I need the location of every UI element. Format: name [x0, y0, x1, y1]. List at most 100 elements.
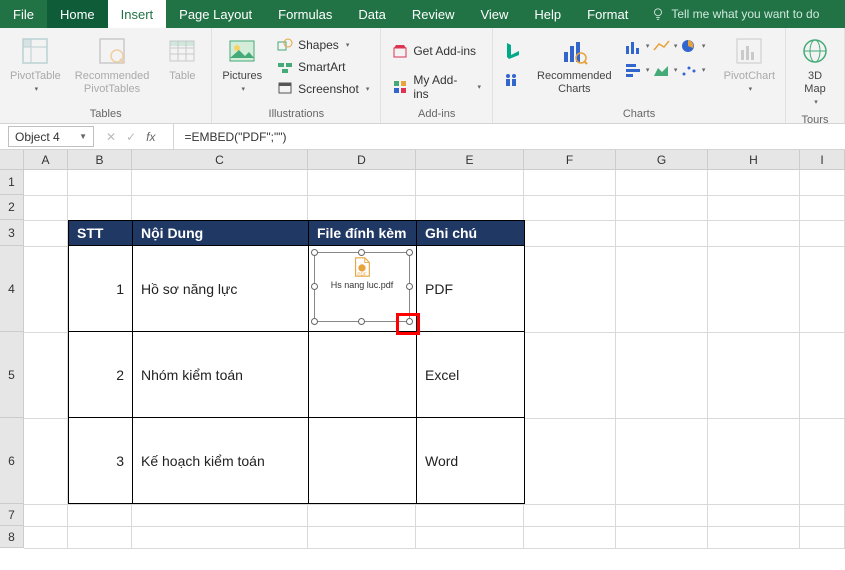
- cell-stt-3[interactable]: 3: [69, 418, 133, 504]
- tab-format[interactable]: Format: [574, 0, 641, 28]
- fx-icon[interactable]: fx: [146, 130, 155, 144]
- 3d-map-button[interactable]: 3D Map▾: [794, 31, 836, 112]
- scatter-chart-button[interactable]: ▾: [680, 59, 706, 81]
- tab-file[interactable]: File: [0, 0, 47, 28]
- smartart-button[interactable]: SmartArt: [274, 57, 372, 77]
- pivotchart-button[interactable]: PivotChart▾: [722, 31, 777, 99]
- lightbulb-icon: [651, 7, 665, 21]
- pie-chart-button[interactable]: ▾: [680, 35, 706, 57]
- screenshot-button[interactable]: Screenshot▾: [274, 79, 372, 99]
- group-tables: PivotTable▾ Recommended PivotTables Tabl…: [0, 28, 212, 123]
- pivottable-button[interactable]: PivotTable▾: [8, 31, 63, 99]
- tab-page-layout[interactable]: Page Layout: [166, 0, 265, 28]
- resize-handle-bl[interactable]: [311, 318, 318, 325]
- col-head-F[interactable]: F: [524, 150, 616, 170]
- cell-file-2[interactable]: [309, 332, 417, 418]
- name-box-value: Object 4: [15, 130, 60, 144]
- pivottable-label: PivotTable: [10, 70, 61, 83]
- cell-noidung-3[interactable]: Kế hoạch kiểm toán: [133, 418, 309, 504]
- tab-review[interactable]: Review: [399, 0, 468, 28]
- table-label: Table: [169, 70, 195, 83]
- row-head-3[interactable]: 3: [0, 220, 24, 246]
- row-head-2[interactable]: 2: [0, 195, 24, 220]
- cell-stt-2[interactable]: 2: [69, 332, 133, 418]
- tab-home[interactable]: Home: [47, 0, 108, 28]
- col-head-C[interactable]: C: [132, 150, 308, 170]
- table-button[interactable]: Table: [161, 31, 203, 86]
- group-addins-label: Add-ins: [418, 106, 455, 123]
- resize-handle-tc[interactable]: [358, 249, 365, 256]
- formula-input[interactable]: =EMBED("PDF";""): [173, 124, 845, 149]
- resize-handle-ml[interactable]: [311, 283, 318, 290]
- formula-text: =EMBED("PDF";""): [184, 130, 286, 144]
- cell-stt-1[interactable]: 1: [69, 246, 133, 332]
- embedded-object-caption: Hs nang luc.pdf: [331, 280, 394, 290]
- row-headers: 12345678: [0, 170, 24, 549]
- tab-formulas[interactable]: Formulas: [265, 0, 345, 28]
- table-icon: [167, 36, 197, 66]
- row-head-8[interactable]: 8: [0, 526, 24, 548]
- recommended-charts-label: Recommended Charts: [537, 70, 612, 96]
- group-charts-label: Charts: [623, 106, 655, 123]
- get-addins-button[interactable]: Get Add-ins: [389, 41, 484, 61]
- shapes-icon: [277, 37, 293, 53]
- line-chart-button[interactable]: ▾: [652, 35, 678, 57]
- pictures-label: Pictures: [222, 70, 262, 83]
- resize-handle-bc[interactable]: [358, 318, 365, 325]
- people-graph-icon: [503, 72, 523, 88]
- accept-formula-icon[interactable]: ✓: [126, 130, 136, 144]
- cell-noidung-2[interactable]: Nhóm kiểm toán: [133, 332, 309, 418]
- tab-insert[interactable]: Insert: [108, 0, 167, 28]
- col-head-G[interactable]: G: [616, 150, 708, 170]
- col-head-D[interactable]: D: [308, 150, 416, 170]
- formula-bar: Object 4 ▼ ✕ ✓ fx =EMBED("PDF";""): [0, 124, 845, 150]
- cancel-formula-icon[interactable]: ✕: [106, 130, 116, 144]
- group-illustrations: Pictures▾ Shapes▾ SmartArt Screenshot▾ I…: [212, 28, 381, 123]
- area-chart-button[interactable]: ▾: [652, 59, 678, 81]
- resize-handle-mr[interactable]: [406, 283, 413, 290]
- col-head-E[interactable]: E: [416, 150, 524, 170]
- tell-me-search[interactable]: Tell me what you want to do: [641, 0, 819, 28]
- bar-chart-button[interactable]: ▾: [624, 59, 650, 81]
- row-head-1[interactable]: 1: [0, 170, 24, 195]
- cell-ghichu-2[interactable]: Excel: [417, 332, 525, 418]
- tab-data[interactable]: Data: [345, 0, 398, 28]
- row-head-4[interactable]: 4: [0, 246, 24, 332]
- tab-view[interactable]: View: [467, 0, 521, 28]
- header-noidung: Nội Dung: [133, 221, 309, 246]
- row-head-7[interactable]: 7: [0, 504, 24, 526]
- chart-type-gallery: ▾ ▾ ▾ ▾ ▾ ▾: [624, 31, 712, 81]
- select-all-corner[interactable]: [0, 150, 24, 170]
- tab-help[interactable]: Help: [521, 0, 574, 28]
- column-chart-button[interactable]: ▾: [624, 35, 650, 57]
- cell-noidung-1[interactable]: Hồ sơ năng lực: [133, 246, 309, 332]
- smartart-label: SmartArt: [298, 60, 345, 74]
- resize-handle-tr[interactable]: [406, 249, 413, 256]
- name-box-dropdown-icon[interactable]: ▼: [79, 132, 87, 141]
- shapes-button[interactable]: Shapes▾: [274, 35, 372, 55]
- recommended-charts-button[interactable]: Recommended Charts: [535, 31, 614, 99]
- bing-maps-button[interactable]: [501, 31, 525, 95]
- addins-icon: [392, 79, 408, 95]
- worksheet-grid[interactable]: STT Nội Dung File đính kèm Ghi chú 1 Hồ …: [24, 170, 845, 549]
- my-addins-button[interactable]: My Add-ins ▾: [389, 71, 484, 103]
- recommended-pivottables-button[interactable]: Recommended PivotTables: [73, 31, 152, 99]
- ribbon-tabs: File Home Insert Page Layout Formulas Da…: [0, 0, 845, 28]
- pictures-button[interactable]: Pictures▾: [220, 31, 264, 99]
- name-box[interactable]: Object 4 ▼: [8, 126, 94, 147]
- embedded-pdf-object[interactable]: PDF Hs nang luc.pdf: [314, 252, 410, 322]
- cell-file-3[interactable]: [309, 418, 417, 504]
- col-head-B[interactable]: B: [68, 150, 132, 170]
- row-head-6[interactable]: 6: [0, 418, 24, 504]
- group-addins: Get Add-ins My Add-ins ▾ Add-ins: [381, 28, 493, 123]
- recommended-pivot-label: Recommended PivotTables: [75, 70, 150, 96]
- header-stt: STT: [69, 221, 133, 246]
- cell-ghichu-3[interactable]: Word: [417, 418, 525, 504]
- row-head-5[interactable]: 5: [0, 332, 24, 418]
- header-ghichu: Ghi chú: [417, 221, 525, 246]
- col-head-I[interactable]: I: [800, 150, 845, 170]
- cell-ghichu-1[interactable]: PDF: [417, 246, 525, 332]
- col-head-H[interactable]: H: [708, 150, 800, 170]
- resize-handle-tl[interactable]: [311, 249, 318, 256]
- col-head-A[interactable]: A: [24, 150, 68, 170]
